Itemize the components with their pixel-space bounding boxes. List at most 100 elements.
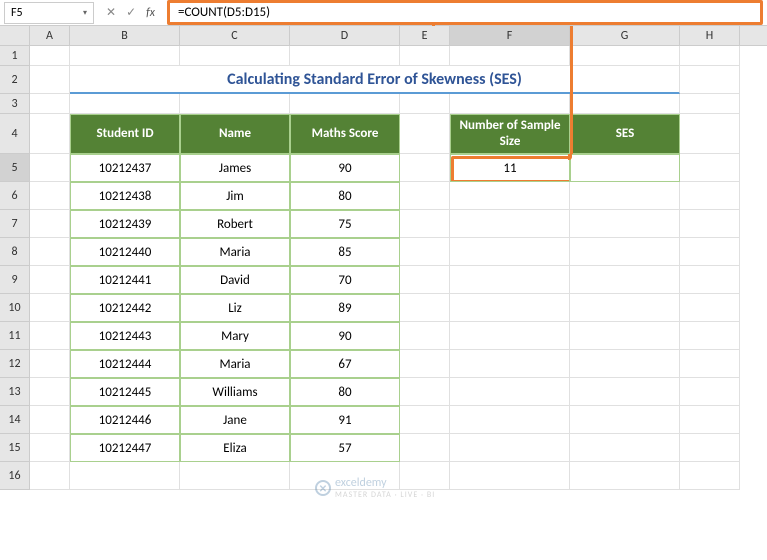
row-header-9[interactable]: 9 bbox=[0, 266, 30, 294]
row-header-10[interactable]: 10 bbox=[0, 294, 30, 322]
cell[interactable] bbox=[450, 210, 570, 238]
table-cell[interactable]: 10212445 bbox=[70, 378, 180, 406]
cell[interactable] bbox=[30, 114, 70, 154]
table-cell[interactable]: Robert bbox=[180, 210, 290, 238]
cell[interactable] bbox=[400, 378, 450, 406]
table-header[interactable]: SES bbox=[570, 114, 680, 154]
cell[interactable] bbox=[680, 462, 740, 490]
table-header[interactable]: Student ID bbox=[70, 114, 180, 154]
col-header-c[interactable]: C bbox=[180, 26, 290, 45]
cell[interactable] bbox=[450, 378, 570, 406]
col-header-g[interactable]: G bbox=[570, 26, 680, 45]
table-header[interactable]: Number of Sample Size bbox=[450, 114, 570, 154]
table-cell[interactable] bbox=[570, 154, 680, 182]
col-header-f[interactable]: F bbox=[450, 26, 570, 45]
cell[interactable] bbox=[680, 350, 740, 378]
cell[interactable] bbox=[680, 238, 740, 266]
cell[interactable] bbox=[30, 322, 70, 350]
cell[interactable] bbox=[400, 94, 450, 114]
row-header-13[interactable]: 13 bbox=[0, 378, 30, 406]
table-cell[interactable]: Maria bbox=[180, 238, 290, 266]
cell[interactable] bbox=[30, 238, 70, 266]
cell[interactable] bbox=[30, 266, 70, 294]
table-cell[interactable]: 10212443 bbox=[70, 322, 180, 350]
cell[interactable] bbox=[680, 378, 740, 406]
selected-cell-f5[interactable]: 11 bbox=[450, 154, 570, 182]
row-header-6[interactable]: 6 bbox=[0, 182, 30, 210]
cell[interactable] bbox=[30, 210, 70, 238]
table-cell[interactable]: 57 bbox=[290, 434, 400, 462]
table-cell[interactable]: Jim bbox=[180, 182, 290, 210]
cell[interactable] bbox=[570, 406, 680, 434]
table-cell[interactable]: Jane bbox=[180, 406, 290, 434]
cell[interactable] bbox=[30, 182, 70, 210]
table-cell[interactable]: 75 bbox=[290, 210, 400, 238]
cell[interactable] bbox=[450, 182, 570, 210]
cell[interactable] bbox=[400, 350, 450, 378]
table-cell[interactable]: 80 bbox=[290, 182, 400, 210]
cancel-icon[interactable]: ✕ bbox=[106, 5, 116, 20]
cell[interactable] bbox=[30, 350, 70, 378]
table-cell[interactable]: Maria bbox=[180, 350, 290, 378]
table-cell[interactable]: 90 bbox=[290, 322, 400, 350]
cell[interactable] bbox=[680, 322, 740, 350]
table-cell[interactable]: 70 bbox=[290, 266, 400, 294]
cell[interactable] bbox=[290, 94, 400, 114]
cell[interactable] bbox=[570, 238, 680, 266]
cell[interactable] bbox=[30, 46, 70, 66]
col-header-d[interactable]: D bbox=[290, 26, 400, 45]
row-header-11[interactable]: 11 bbox=[0, 322, 30, 350]
cell[interactable] bbox=[680, 406, 740, 434]
row-header-16[interactable]: 16 bbox=[0, 462, 30, 490]
cell[interactable] bbox=[400, 210, 450, 238]
cell[interactable] bbox=[400, 406, 450, 434]
table-cell[interactable]: 91 bbox=[290, 406, 400, 434]
table-header[interactable]: Maths Score bbox=[290, 114, 400, 154]
cell[interactable] bbox=[570, 46, 680, 66]
cell[interactable] bbox=[400, 46, 450, 66]
table-cell[interactable]: 10212437 bbox=[70, 154, 180, 182]
row-header-12[interactable]: 12 bbox=[0, 350, 30, 378]
cell[interactable] bbox=[450, 238, 570, 266]
cell[interactable] bbox=[450, 294, 570, 322]
row-header-4[interactable]: 4 bbox=[0, 114, 30, 154]
col-header-e[interactable]: E bbox=[400, 26, 450, 45]
cell[interactable] bbox=[450, 46, 570, 66]
cell[interactable] bbox=[570, 322, 680, 350]
cells-area[interactable]: Calculating Standard Error of Skewness (… bbox=[30, 46, 767, 490]
cell[interactable] bbox=[450, 322, 570, 350]
cell[interactable] bbox=[180, 94, 290, 114]
cell[interactable] bbox=[680, 182, 740, 210]
cell[interactable] bbox=[570, 434, 680, 462]
table-cell[interactable]: 10212446 bbox=[70, 406, 180, 434]
cell[interactable] bbox=[290, 46, 400, 66]
cell[interactable] bbox=[30, 462, 70, 490]
cell[interactable] bbox=[680, 266, 740, 294]
cell[interactable] bbox=[70, 46, 180, 66]
table-cell[interactable]: 10212444 bbox=[70, 350, 180, 378]
col-header-b[interactable]: B bbox=[70, 26, 180, 45]
cell[interactable] bbox=[180, 462, 290, 490]
select-all-cell[interactable] bbox=[0, 26, 30, 45]
fx-icon[interactable]: fx bbox=[146, 6, 155, 20]
row-header-15[interactable]: 15 bbox=[0, 434, 30, 462]
cell[interactable] bbox=[30, 294, 70, 322]
cell[interactable] bbox=[680, 294, 740, 322]
cell[interactable] bbox=[400, 294, 450, 322]
table-cell[interactable]: 10212438 bbox=[70, 182, 180, 210]
table-cell[interactable]: 85 bbox=[290, 238, 400, 266]
cell[interactable] bbox=[400, 434, 450, 462]
row-header-5[interactable]: 5 bbox=[0, 154, 30, 182]
formula-input[interactable]: =COUNT(D5:D15) bbox=[167, 0, 763, 25]
table-cell[interactable]: Williams bbox=[180, 378, 290, 406]
cell[interactable] bbox=[450, 462, 570, 490]
table-cell[interactable]: James bbox=[180, 154, 290, 182]
table-cell[interactable]: 90 bbox=[290, 154, 400, 182]
table-header[interactable]: Name bbox=[180, 114, 290, 154]
cell[interactable] bbox=[30, 154, 70, 182]
cell[interactable] bbox=[680, 66, 740, 94]
cell[interactable] bbox=[180, 46, 290, 66]
cell[interactable] bbox=[570, 182, 680, 210]
cell[interactable] bbox=[570, 266, 680, 294]
row-header-14[interactable]: 14 bbox=[0, 406, 30, 434]
